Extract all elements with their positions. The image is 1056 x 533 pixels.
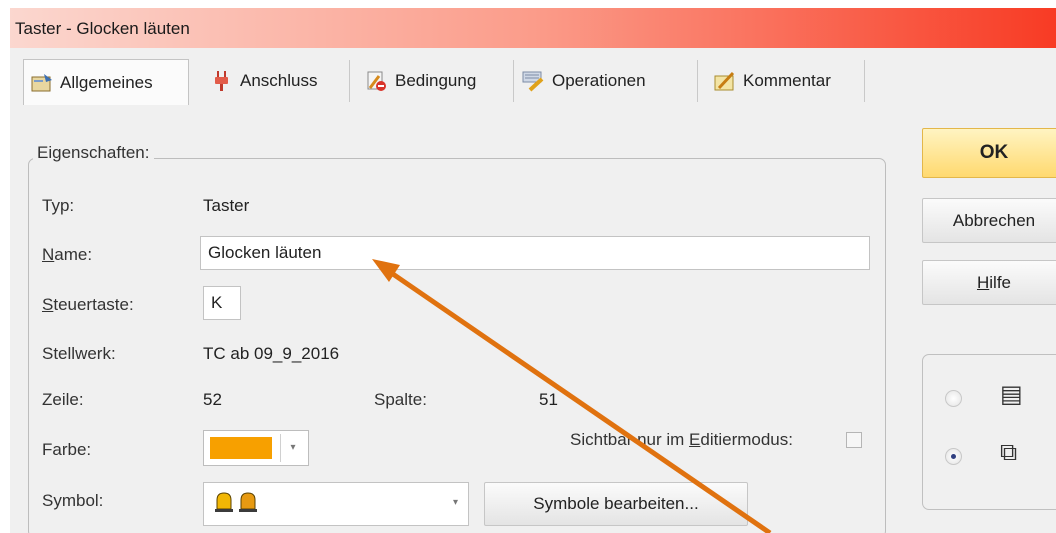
name-label: Name: [42, 245, 93, 264]
typ-value: Taster [203, 196, 250, 215]
chevron-down-icon: ▾ [452, 497, 458, 508]
tab-operationen[interactable]: Operationen [516, 60, 698, 102]
stellwerk-value: TC ab 09_9_2016 [203, 344, 340, 363]
abbrechen-button[interactable]: Abbrechen [922, 198, 1056, 243]
view-mode-group [922, 354, 1056, 510]
zeile-value: 52 [203, 390, 222, 409]
ok-button[interactable]: OK [922, 128, 1056, 178]
window-title: Taster - Glocken läuten [15, 19, 190, 38]
color-picker[interactable]: ▾ [203, 430, 309, 466]
tab-label: Bedingung [395, 71, 477, 90]
tab-label: Allgemeines [60, 72, 153, 92]
symbol-label: Symbol: [42, 491, 104, 510]
symbole-bearbeiten-button[interactable]: Symbole bearbeiten... [484, 482, 748, 526]
typ-label: Typ: [42, 196, 75, 215]
symbol-select[interactable]: ▾ [203, 482, 469, 526]
spalte-value: 51 [539, 390, 558, 409]
plug-icon [210, 70, 234, 92]
color-swatch [210, 437, 272, 459]
view-mode-radio-list[interactable] [945, 390, 962, 407]
tab-bedingung[interactable]: Bedingung [359, 60, 514, 102]
farbe-label: Farbe: [42, 440, 92, 459]
operations-icon [522, 70, 546, 92]
tab-strip: Allgemeines Anschluss Bedingung Operatio… [10, 48, 1056, 112]
name-input[interactable]: Glocken läuten [200, 236, 870, 270]
tab-label: Anschluss [240, 71, 318, 90]
steuertaste-label: Steuertaste: [42, 295, 134, 314]
title-bar: Taster - Glocken läuten [10, 8, 1056, 48]
chevron-down-icon: ▾ [280, 434, 305, 462]
properties-group [28, 158, 886, 533]
list-view-icon: ▤ [1000, 380, 1023, 408]
steuertaste-input[interactable]: K [203, 286, 241, 320]
general-icon [30, 72, 54, 94]
hilfe-button[interactable]: Hilfe [922, 260, 1056, 305]
sichtbar-checkbox[interactable] [846, 432, 862, 448]
tab-kommentar[interactable]: Kommentar [707, 60, 865, 102]
comment-icon [713, 70, 737, 92]
spalte-label: Spalte: [374, 390, 427, 409]
view-mode-radio-windows[interactable] [945, 448, 962, 465]
dialog-window: Taster - Glocken läuten Allgemeines Ansc… [10, 8, 1056, 533]
condition-icon [365, 70, 389, 92]
bell-icon [214, 491, 233, 512]
properties-legend: Eigenschaften: [33, 143, 155, 163]
tab-anschluss[interactable]: Anschluss [204, 60, 350, 102]
windows-view-icon: ⧉ [1000, 438, 1018, 466]
bell-icon [238, 491, 257, 512]
sichtbar-label: Sichtbar nur im Editiermodus: [570, 430, 793, 449]
tab-allgemeines[interactable]: Allgemeines [23, 59, 189, 105]
tab-label: Kommentar [743, 71, 831, 90]
tab-label: Operationen [552, 71, 646, 90]
zeile-label: Zeile: [42, 390, 84, 409]
stellwerk-label: Stellwerk: [42, 344, 116, 363]
